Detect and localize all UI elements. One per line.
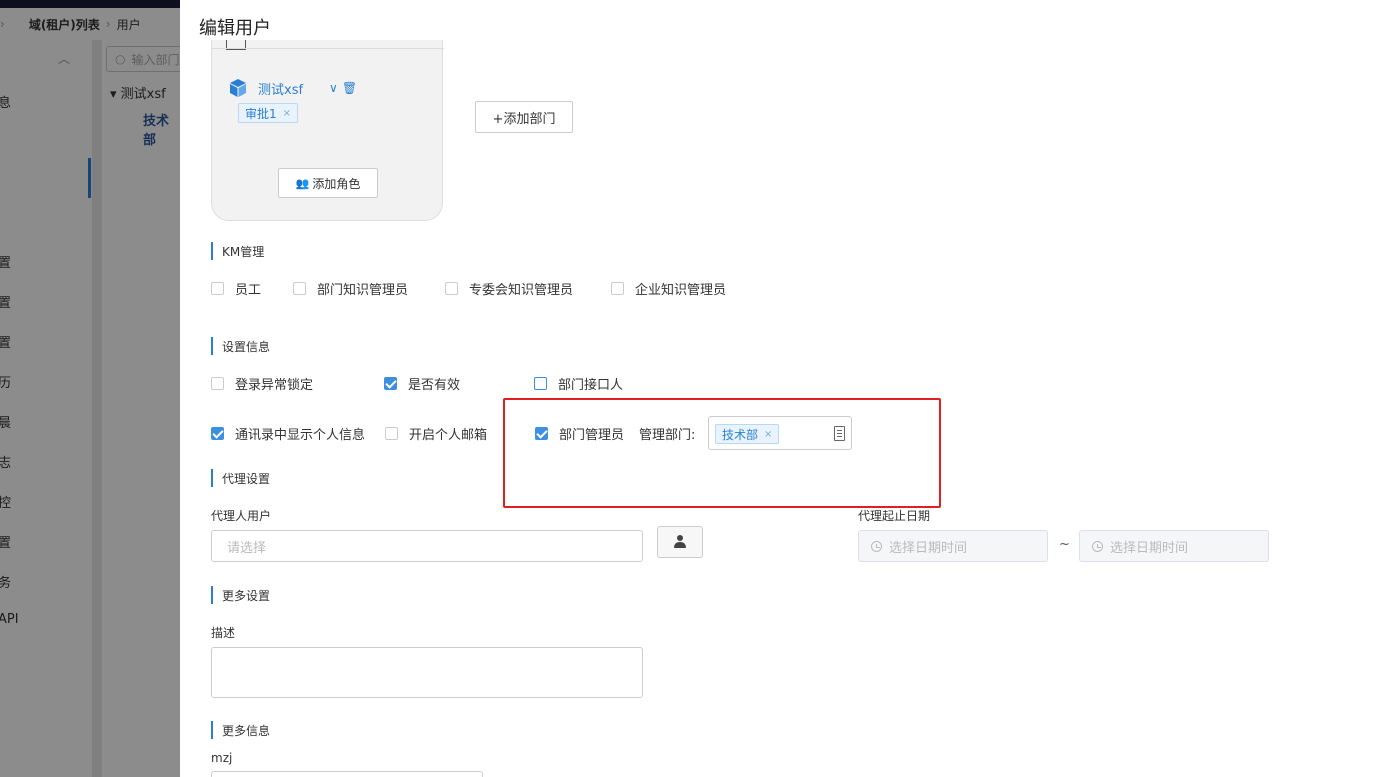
user-icon (673, 535, 687, 549)
background-app: › 域(租户)列表 › 用户 息 置 置 置 历 晨 志 控 置 务 API ︿… (0, 0, 180, 777)
section-title-proxy: 代理设置 (211, 469, 270, 487)
checkbox-dept-contact[interactable]: 部门接口人 (534, 374, 623, 393)
dept-card: 测试xsf ∨ 🗑 审批1 × 👥 添加角色 (211, 40, 444, 221)
proxy-date-label: 代理起止日期 (858, 509, 931, 523)
checkbox-personal-mail[interactable]: 开启个人邮箱 (385, 424, 487, 443)
users-icon: 👥 (295, 176, 310, 190)
range-separator: ~ (1059, 537, 1070, 552)
checkbox-dept-km-admin[interactable]: 部门知识管理员 (293, 279, 408, 298)
highlight-box (503, 398, 941, 508)
desc-textarea[interactable] (211, 647, 643, 698)
add-dept-button[interactable]: +添加部门 (475, 101, 573, 133)
proxy-user-input[interactable]: 请选择 (211, 530, 643, 562)
divider (212, 48, 444, 49)
chevron-down-icon[interactable]: ∨ (329, 81, 338, 95)
select-user-button[interactable] (657, 526, 703, 558)
modal-overlay[interactable] (0, 0, 180, 777)
section-title-settings: 设置信息 (211, 337, 270, 355)
dept-row: 测试xsf ∨ 🗑 (228, 78, 357, 98)
desc-label: 描述 (211, 626, 236, 640)
checkbox-is-valid[interactable]: 是否有效 (384, 374, 460, 393)
proxy-end-date[interactable]: 选择日期时间 (1079, 530, 1269, 562)
checkbox-employee[interactable]: 员工 (211, 279, 261, 298)
clock-icon (871, 540, 882, 552)
drawer-title: 编辑用户 (199, 18, 271, 39)
checkbox-login-lock[interactable]: 登录异常锁定 (211, 374, 313, 393)
close-icon[interactable]: × (283, 108, 291, 119)
trash-icon[interactable]: 🗑 (342, 81, 357, 95)
dept-name[interactable]: 测试xsf (258, 79, 303, 98)
checkbox-show-info[interactable]: 通讯录中显示个人信息 (211, 424, 365, 443)
checkbox-enterprise-km-admin[interactable]: 企业知识管理员 (611, 279, 726, 298)
clock-icon (1092, 540, 1103, 552)
cube-icon (230, 79, 246, 97)
section-title-more-info: 更多信息 (211, 721, 270, 739)
mzj-input[interactable] (211, 771, 483, 777)
checkbox-committee-km-admin[interactable]: 专委会知识管理员 (445, 279, 573, 298)
mzj-label: mzj (211, 751, 233, 765)
section-title-km: KM管理 (211, 242, 264, 260)
role-tag: 审批1 × (238, 103, 299, 123)
edit-user-drawer: 编辑用户 测试xsf ∨ 🗑 审批1 × 👥 添加角色 +添加部门 KM管理 员… (180, 0, 1396, 777)
add-role-button[interactable]: 👥 添加角色 (278, 168, 378, 198)
proxy-start-date[interactable]: 选择日期时间 (858, 530, 1048, 562)
proxy-user-label: 代理人用户 (211, 509, 272, 523)
section-title-more-settings: 更多设置 (211, 586, 270, 604)
